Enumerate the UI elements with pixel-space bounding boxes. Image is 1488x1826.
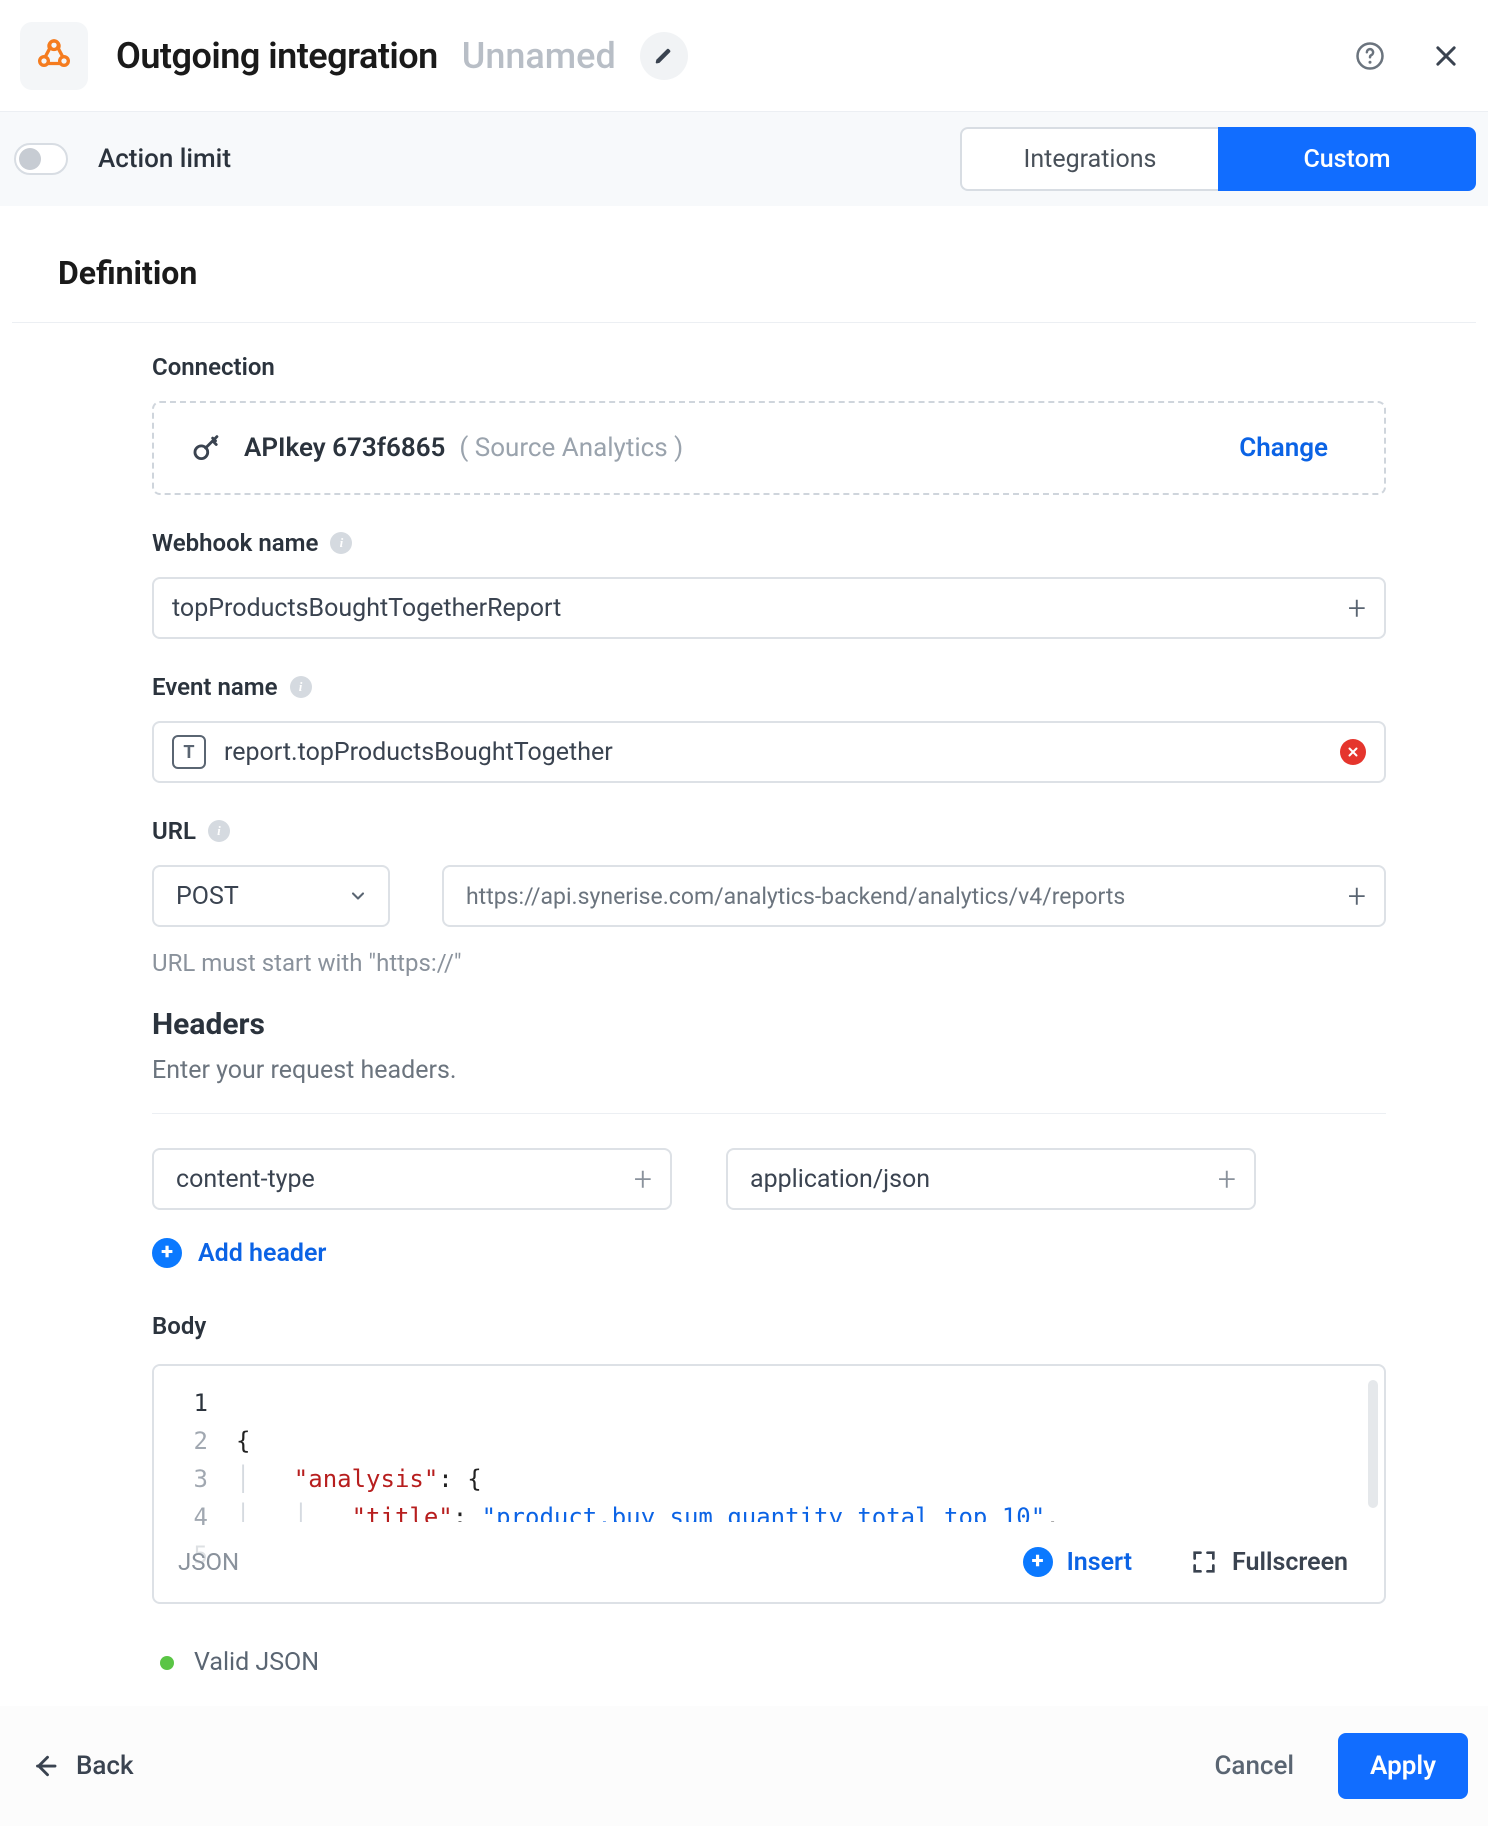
json-valid-status: Valid JSON (152, 1648, 1386, 1677)
modal-header: Outgoing integration Unnamed (0, 0, 1488, 112)
url-hint: URL must start with "https://" (152, 949, 1386, 977)
line-number: 5 (154, 1536, 208, 1574)
code-token: "product.buy sum quantity total top 10" (482, 1503, 1046, 1522)
code-scrollbar[interactable] (1368, 1380, 1378, 1508)
definition-card: Definition Connection APIkey 673f6865 ( … (12, 224, 1476, 1677)
headers-divider (152, 1113, 1386, 1114)
fullscreen-button[interactable]: Fullscreen (1190, 1548, 1348, 1577)
cancel-button[interactable]: Cancel (1206, 1733, 1302, 1799)
http-method-value: POST (176, 882, 239, 911)
connection-box: APIkey 673f6865 ( Source Analytics ) Cha… (152, 401, 1386, 495)
code-token: { (236, 1427, 250, 1455)
plus-icon[interactable]: + (1218, 1160, 1236, 1198)
plus-icon[interactable]: + (1348, 877, 1366, 915)
event-name-input[interactable]: T report.topProductsBoughtTogether (152, 721, 1386, 783)
code-token: "title" (352, 1503, 453, 1522)
url-label-text: URL (152, 817, 196, 845)
plus-circle-icon: + (152, 1238, 182, 1268)
status-dot-icon (160, 1656, 174, 1670)
line-number: 2 (154, 1422, 208, 1460)
close-button[interactable] (1428, 38, 1464, 74)
key-icon (190, 431, 224, 465)
webhook-name-input[interactable]: topProductsBoughtTogetherReport + (152, 577, 1386, 639)
fullscreen-label: Fullscreen (1232, 1548, 1348, 1577)
event-name-label-text: Event name (152, 673, 278, 701)
arrow-left-icon (30, 1751, 60, 1781)
back-label: Back (76, 1751, 134, 1781)
mode-segmented: Integrations Custom (960, 127, 1476, 191)
code-gutter: 1 2 3 4 5 (154, 1366, 224, 1522)
event-name-value: report.topProductsBoughtTogether (224, 738, 613, 767)
modal-footer: Back Cancel Apply (0, 1706, 1488, 1826)
event-name-label: Event name i (152, 673, 1386, 701)
header-name-input[interactable]: content-type + (152, 1148, 672, 1210)
tab-integrations[interactable]: Integrations (960, 127, 1218, 191)
toggle-knob (19, 148, 41, 170)
action-limit-label: Action limit (98, 144, 231, 174)
webhook-name-label-text: Webhook name (152, 529, 318, 557)
tab-custom[interactable]: Custom (1218, 127, 1476, 191)
url-label: URL i (152, 817, 1386, 845)
webhook-icon (34, 36, 74, 76)
back-button[interactable]: Back (30, 1751, 134, 1781)
line-number: 1 (154, 1384, 208, 1422)
line-number: 3 (154, 1460, 208, 1498)
code-toolbar: JSON + Insert Fullscreen (154, 1522, 1384, 1602)
add-header-label: Add header (198, 1239, 326, 1268)
plus-circle-icon: + (1023, 1547, 1053, 1577)
header-value-value: application/json (750, 1165, 930, 1194)
header-name-value: content-type (176, 1165, 315, 1194)
help-button[interactable] (1352, 38, 1388, 74)
headers-title: Headers (152, 1007, 1386, 1042)
connection-key: APIkey 673f6865 (244, 433, 445, 463)
pencil-icon (654, 46, 674, 66)
plus-icon[interactable]: + (634, 1160, 652, 1198)
add-header-button[interactable]: + Add header (152, 1238, 1386, 1268)
connection-source: ( Source Analytics ) (459, 433, 683, 463)
headers-subtitle: Enter your request headers. (152, 1056, 1386, 1085)
chevron-down-icon (348, 886, 368, 906)
plus-icon[interactable]: + (1348, 589, 1366, 627)
apply-button[interactable]: Apply (1338, 1733, 1468, 1799)
close-icon (1347, 746, 1359, 758)
connection-label: Connection (152, 353, 1386, 381)
code-token: "analysis" (294, 1465, 439, 1493)
url-value: https://api.synerise.com/analytics-backe… (466, 883, 1125, 910)
url-input[interactable]: https://api.synerise.com/analytics-backe… (442, 865, 1386, 927)
code-token: : { (438, 1465, 481, 1493)
info-icon[interactable]: i (330, 532, 352, 554)
header-value-input[interactable]: application/json + (726, 1148, 1256, 1210)
body-code-editor[interactable]: 1 2 3 4 5 { │ "analysis": { │ │ "title":… (152, 1364, 1386, 1604)
action-limit-toggle[interactable] (14, 143, 68, 175)
info-icon[interactable]: i (290, 676, 312, 698)
webhook-name-label: Webhook name i (152, 529, 1386, 557)
line-number: 4 (154, 1498, 208, 1536)
help-icon (1355, 41, 1385, 71)
close-icon (1432, 42, 1460, 70)
json-valid-text: Valid JSON (194, 1648, 319, 1677)
insert-label: Insert (1067, 1548, 1132, 1577)
modal-title: Outgoing integration (116, 35, 438, 77)
body-label: Body (152, 1312, 1386, 1340)
fullscreen-icon (1190, 1548, 1218, 1576)
code-content: { │ "analysis": { │ │ "title": "product.… (224, 1366, 1384, 1522)
connection-change-button[interactable]: Change (1239, 433, 1328, 463)
subbar: Action limit Integrations Custom (0, 112, 1488, 206)
webhook-name-value: topProductsBoughtTogetherReport (172, 594, 561, 623)
info-icon[interactable]: i (208, 820, 230, 842)
integration-icon-box (20, 22, 88, 90)
definition-title: Definition (12, 224, 1476, 323)
clear-button[interactable] (1340, 739, 1366, 765)
text-param-chip: T (172, 735, 206, 769)
http-method-select[interactable]: POST (152, 865, 390, 927)
insert-button[interactable]: + Insert (1023, 1547, 1132, 1577)
modal-subtitle: Unnamed (462, 35, 616, 77)
edit-name-button[interactable] (640, 32, 688, 80)
